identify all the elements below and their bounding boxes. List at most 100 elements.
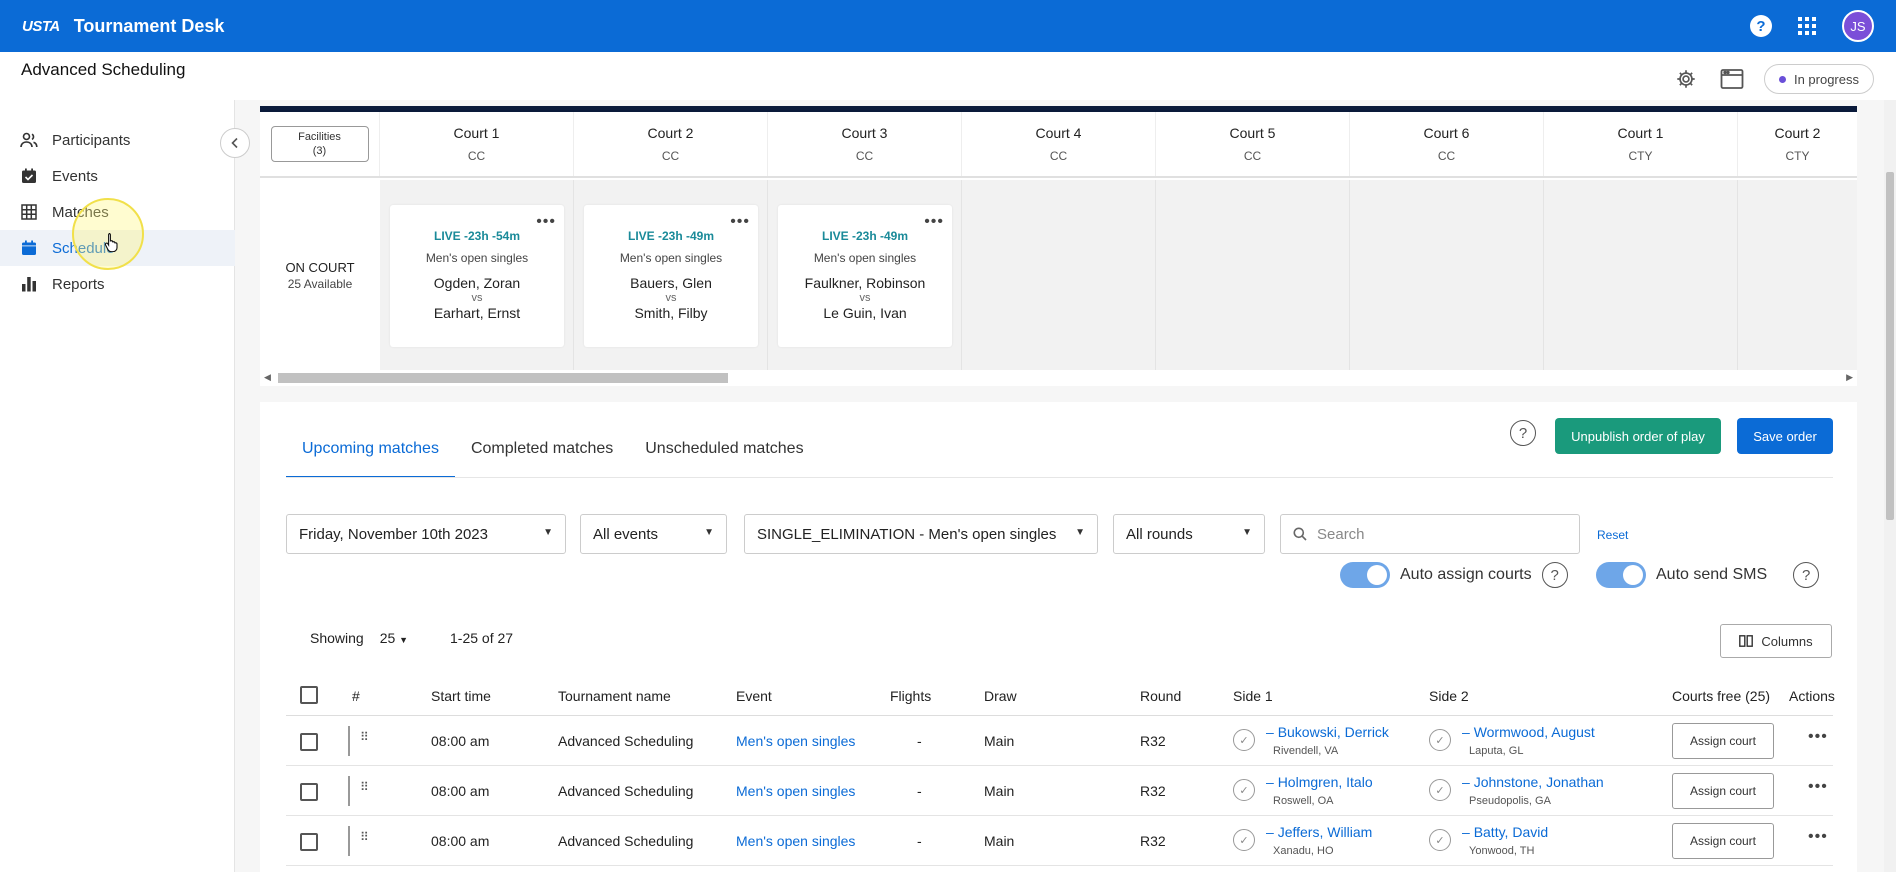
check-circle-icon[interactable]: ✓ — [1233, 829, 1255, 851]
check-circle-icon[interactable]: ✓ — [1233, 729, 1255, 751]
drag-handle-icon[interactable]: ⠿ — [360, 830, 369, 844]
facilities-button[interactable]: Facilities (3) — [270, 126, 369, 162]
live-match-card[interactable]: ••• LIVE -23h -49m Men's open singles Fa… — [778, 205, 952, 347]
rounds-select[interactable]: All rounds ▼ — [1113, 514, 1265, 554]
sidebar-item-participants[interactable]: Participants — [0, 122, 235, 158]
help-icon[interactable]: ? — [1750, 15, 1772, 37]
col-round[interactable]: Round — [1140, 688, 1181, 704]
row-more-icon[interactable]: ••• — [1808, 728, 1828, 746]
side-2-player[interactable]: – Batty, David — [1462, 824, 1548, 840]
columns-label: Columns — [1761, 633, 1813, 649]
court-slot[interactable]: ••• LIVE -23h -54m Men's open singles Og… — [380, 180, 574, 370]
check-circle-icon[interactable]: ✓ — [1429, 729, 1451, 751]
sidebar-item-reports[interactable]: Reports — [0, 266, 235, 302]
sidebar-item-events[interactable]: Events — [0, 158, 235, 194]
columns-button[interactable]: Columns — [1720, 624, 1832, 658]
live-match-card[interactable]: ••• LIVE -23h -49m Men's open singles Ba… — [584, 205, 758, 347]
window-layout-icon[interactable] — [1718, 65, 1746, 93]
table-row[interactable]: ⠿ 08:00 am Advanced Scheduling Men's ope… — [286, 816, 1833, 866]
side-2-player[interactable]: – Johnstone, Jonathan — [1462, 774, 1604, 790]
user-avatar[interactable]: JS — [1842, 10, 1874, 42]
col-draw[interactable]: Draw — [984, 688, 1017, 704]
col-start-time[interactable]: Start time — [431, 688, 491, 704]
check-circle-icon[interactable]: ✓ — [1233, 779, 1255, 801]
table-row[interactable]: ⠿ 08:00 am Advanced Scheduling Men's ope… — [286, 766, 1833, 816]
apps-grid-icon[interactable] — [1798, 17, 1816, 35]
event-link[interactable]: Men's open singles — [736, 833, 855, 849]
help-icon[interactable]: ? — [1541, 562, 1568, 588]
event-link[interactable]: Men's open singles — [736, 783, 855, 799]
select-all-checkbox[interactable] — [300, 686, 318, 704]
live-match-card[interactable]: ••• LIVE -23h -54m Men's open singles Og… — [390, 205, 564, 347]
events-select[interactable]: All events ▼ — [580, 514, 727, 554]
scroll-left-icon[interactable]: ◀ — [264, 372, 271, 383]
date-select[interactable]: Friday, November 10th 2023 ▼ — [286, 514, 566, 554]
help-icon[interactable]: ? — [1510, 420, 1536, 446]
vs-label: vs — [859, 292, 871, 304]
col-side-1[interactable]: Side 1 — [1233, 688, 1273, 704]
player-2: Le Guin, Ivan — [823, 305, 907, 321]
auto-assign-courts-toggle[interactable] — [1340, 562, 1390, 588]
court-slot[interactable] — [1350, 180, 1544, 370]
status-badge[interactable]: In progress — [1763, 64, 1874, 94]
side-1-player[interactable]: – Holmgren, Italo — [1266, 774, 1373, 790]
side-1-player[interactable]: – Jeffers, William — [1266, 824, 1372, 840]
horizontal-scrollbar[interactable]: ◀ ▶ — [260, 370, 1857, 386]
court-slot[interactable] — [962, 180, 1156, 370]
col-event[interactable]: Event — [736, 688, 772, 704]
table-row[interactable]: ⠿ 08:00 am Advanced Scheduling Men's ope… — [286, 716, 1833, 766]
event-link[interactable]: Men's open singles — [736, 733, 855, 749]
assign-court-button[interactable]: Assign court — [1672, 773, 1774, 809]
col-tournament[interactable]: Tournament name — [558, 688, 671, 704]
settings-gear-icon[interactable] — [1672, 65, 1700, 93]
help-icon[interactable]: ? — [1793, 562, 1820, 588]
card-more-icon[interactable]: ••• — [730, 213, 750, 231]
player-1: Faulkner, Robinson — [804, 275, 926, 291]
check-circle-icon[interactable]: ✓ — [1429, 779, 1451, 801]
usta-logo[interactable]: USTA — [22, 18, 60, 35]
col-courts-free[interactable]: Courts free (25) — [1672, 688, 1770, 704]
row-checkbox[interactable] — [300, 733, 318, 751]
col-flights[interactable]: Flights — [890, 688, 931, 704]
page-size-select[interactable]: 25 ▼ — [380, 630, 408, 646]
court-slot[interactable] — [1156, 180, 1350, 370]
drag-handle-icon[interactable]: ⠿ — [360, 730, 369, 744]
row-checkbox[interactable] — [300, 783, 318, 801]
scrollbar-thumb[interactable] — [278, 373, 728, 383]
side-2-location: Laputa, GL — [1469, 745, 1524, 757]
row-checkbox[interactable] — [300, 833, 318, 851]
vertical-scrollbar[interactable] — [1884, 100, 1896, 872]
app-title[interactable]: Tournament Desk — [74, 16, 225, 37]
col-side-2[interactable]: Side 2 — [1429, 688, 1469, 704]
tab-unscheduled-matches[interactable]: Unscheduled matches — [629, 422, 819, 478]
assign-court-button[interactable]: Assign court — [1672, 723, 1774, 759]
rounds-select-value: All rounds — [1126, 525, 1193, 543]
scrollbar-thumb[interactable] — [1886, 172, 1894, 520]
draw-select[interactable]: SINGLE_ELIMINATION - Men's open singles … — [744, 514, 1098, 554]
court-slot[interactable] — [1738, 180, 1857, 370]
side-2-player[interactable]: – Wormwood, August — [1462, 724, 1595, 740]
court-slot[interactable] — [1544, 180, 1738, 370]
side-1-player[interactable]: – Bukowski, Derrick — [1266, 724, 1389, 740]
court-slot[interactable]: ••• LIVE -23h -49m Men's open singles Ba… — [574, 180, 768, 370]
row-more-icon[interactable]: ••• — [1808, 828, 1828, 846]
row-more-icon[interactable]: ••• — [1808, 778, 1828, 796]
auto-send-sms-toggle[interactable] — [1596, 562, 1646, 588]
tab-completed-matches[interactable]: Completed matches — [455, 422, 629, 478]
save-order-button[interactable]: Save order — [1737, 418, 1833, 454]
drag-handle-icon[interactable]: ⠿ — [360, 780, 369, 794]
scroll-right-icon[interactable]: ▶ — [1846, 372, 1853, 383]
card-more-icon[interactable]: ••• — [536, 213, 556, 231]
unpublish-order-button[interactable]: Unpublish order of play — [1555, 418, 1721, 454]
side-1-location: Roswell, OA — [1273, 795, 1334, 807]
court-slot[interactable]: ••• LIVE -23h -49m Men's open singles Fa… — [768, 180, 962, 370]
collapse-sidebar-button[interactable] — [220, 128, 250, 158]
assign-court-button[interactable]: Assign court — [1672, 823, 1774, 859]
tab-upcoming-matches[interactable]: Upcoming matches — [286, 422, 455, 478]
card-more-icon[interactable]: ••• — [924, 213, 944, 231]
check-circle-icon[interactable]: ✓ — [1429, 829, 1451, 851]
search-field[interactable] — [1280, 514, 1580, 554]
flights: - — [917, 783, 922, 799]
reset-link[interactable]: Reset — [1597, 528, 1628, 542]
search-input[interactable] — [1317, 525, 1547, 543]
